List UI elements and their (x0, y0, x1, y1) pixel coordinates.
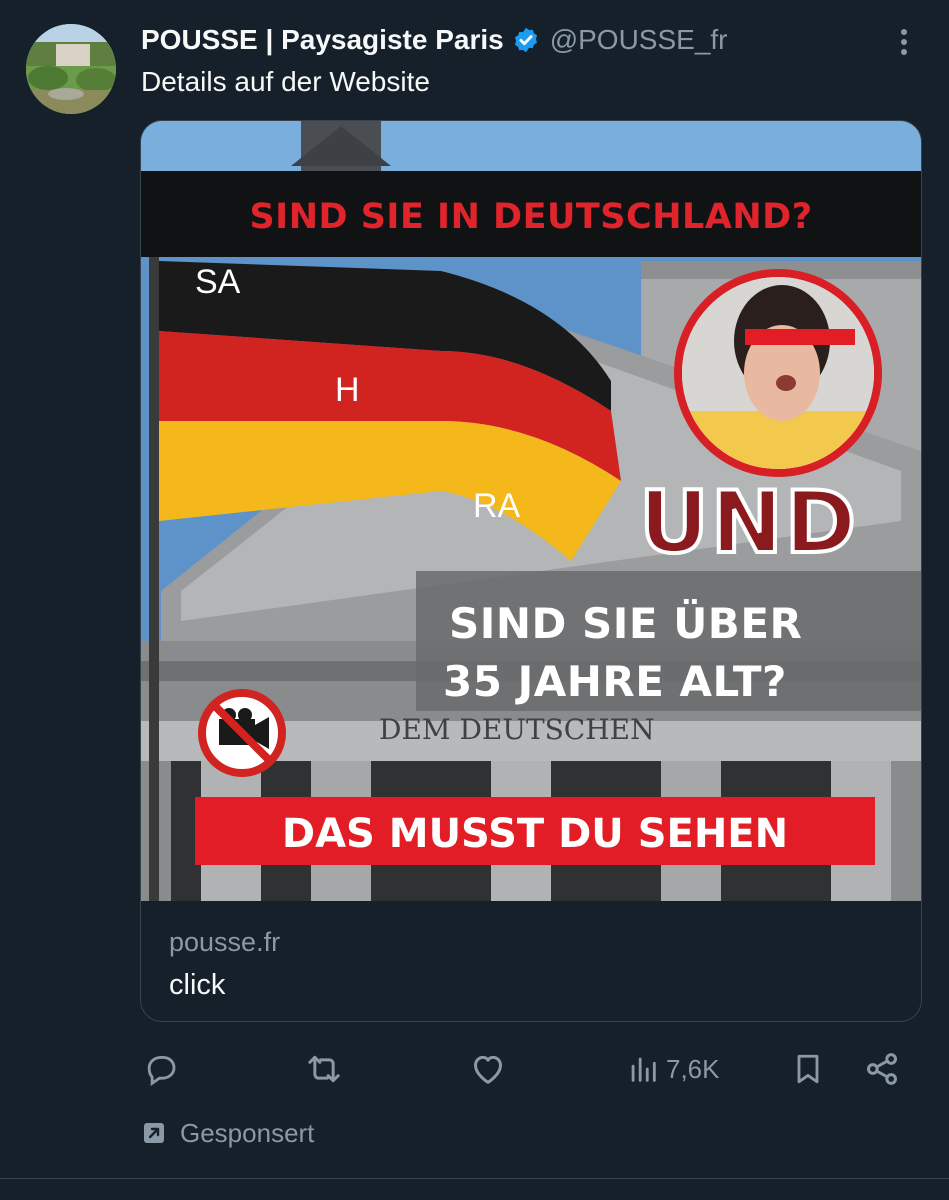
reply-icon (147, 1056, 176, 1086)
verified-badge-icon (514, 27, 537, 53)
sponsored-label: Gesponsert (142, 1116, 314, 1150)
post-text: Details auf der Website (141, 66, 430, 97)
share-icon (867, 1053, 897, 1085)
avatar-garden-image (26, 24, 116, 114)
card-image[interactable]: DEM DEUTSCHEN SIND SIE IN DEUTSCHLAND? S… (141, 121, 921, 901)
card-title: click (169, 969, 226, 1001)
like-button[interactable] (468, 1046, 508, 1092)
views-icon (631, 1057, 656, 1082)
avatar[interactable] (26, 24, 116, 114)
bookmark-icon (797, 1054, 819, 1084)
building-inscription: DEM DEUTSCHEN (379, 713, 655, 746)
post-divider (0, 1178, 949, 1179)
repost-icon (308, 1055, 340, 1083)
sponsored-text: Gesponsert (180, 1117, 315, 1148)
share-button[interactable] (862, 1046, 902, 1092)
image-question-line1: SIND SIE ÜBER (449, 599, 803, 648)
image-und-text: UND (637, 471, 859, 575)
promoted-icon (144, 1123, 164, 1143)
flag-letter-ra: RA (473, 487, 521, 525)
author-name[interactable]: POUSSE | Paysagiste Paris (141, 24, 504, 56)
views-button[interactable]: 7,6K (626, 1046, 720, 1092)
image-question-line2: 35 JAHRE ALT? (443, 657, 787, 706)
like-icon (474, 1055, 502, 1084)
action-bar: 7,6K (140, 1046, 920, 1092)
image-bottom-banner-text: DAS MUSST DU SEHEN (281, 811, 789, 857)
flag-letter-h: H (335, 371, 360, 409)
card-domain: pousse.fr (169, 927, 281, 957)
reply-button[interactable] (142, 1046, 180, 1092)
link-card[interactable]: DEM DEUTSCHEN SIND SIE IN DEUTSCHLAND? S… (140, 120, 922, 1022)
flag-letter-sa: SA (195, 263, 241, 301)
repost-button[interactable] (304, 1046, 344, 1092)
post-header: POUSSE | Paysagiste Paris @POUSSE_fr (141, 22, 728, 58)
image-top-banner-text: SIND SIE IN DEUTSCHLAND? (249, 197, 813, 237)
more-icon[interactable] (890, 24, 918, 60)
views-count: 7,6K (666, 1053, 720, 1084)
author-handle[interactable]: @POUSSE_fr (550, 24, 728, 56)
bookmark-button[interactable] (790, 1046, 826, 1092)
